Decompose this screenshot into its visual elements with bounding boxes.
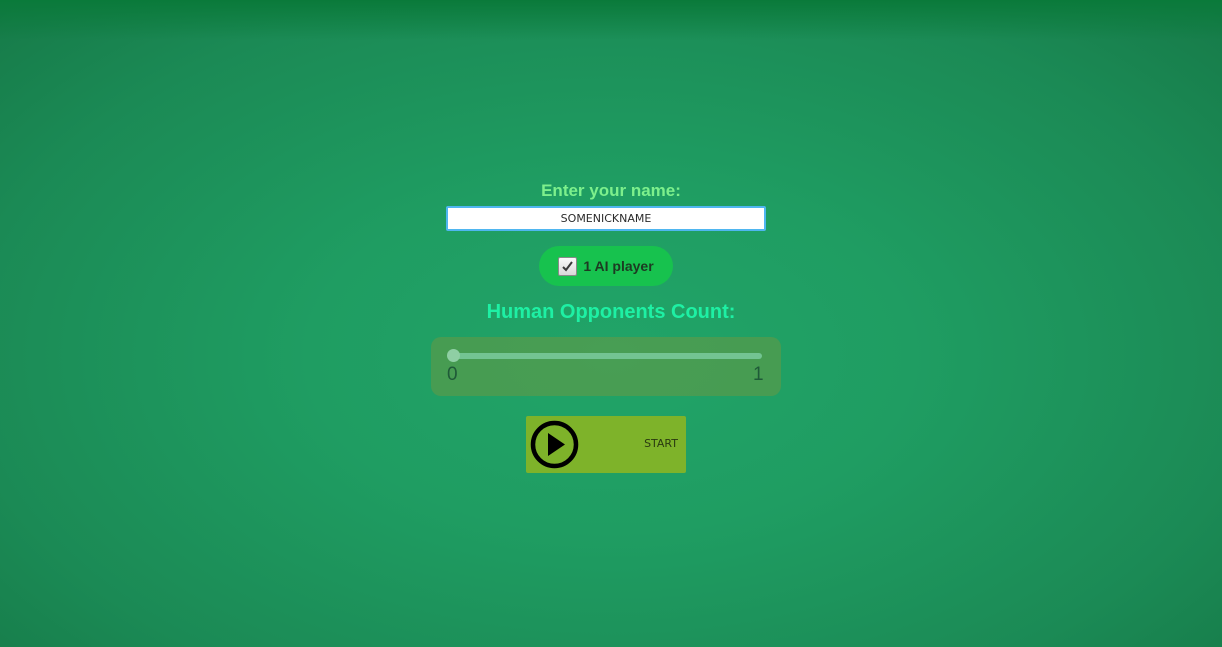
checkbox-checked-icon[interactable]: [558, 256, 578, 276]
name-input[interactable]: [446, 206, 766, 231]
start-button[interactable]: START: [526, 416, 686, 473]
ai-player-toggle[interactable]: 1 AI player: [539, 246, 673, 286]
opponents-slider-thumb[interactable]: [447, 349, 460, 362]
opponents-count-label: Human Opponents Count:: [486, 301, 736, 323]
opponents-slider-panel: [431, 337, 781, 396]
name-label: Enter your name:: [541, 181, 681, 200]
start-label: START: [644, 437, 678, 450]
opponents-slider-track[interactable]: [453, 353, 762, 359]
ai-player-label: 1 AI player: [583, 258, 654, 274]
slider-max-label: 1: [753, 364, 764, 385]
play-circle-icon: [530, 420, 579, 469]
top-shadow-band: [0, 0, 1222, 40]
slider-min-label: 0: [447, 364, 458, 385]
